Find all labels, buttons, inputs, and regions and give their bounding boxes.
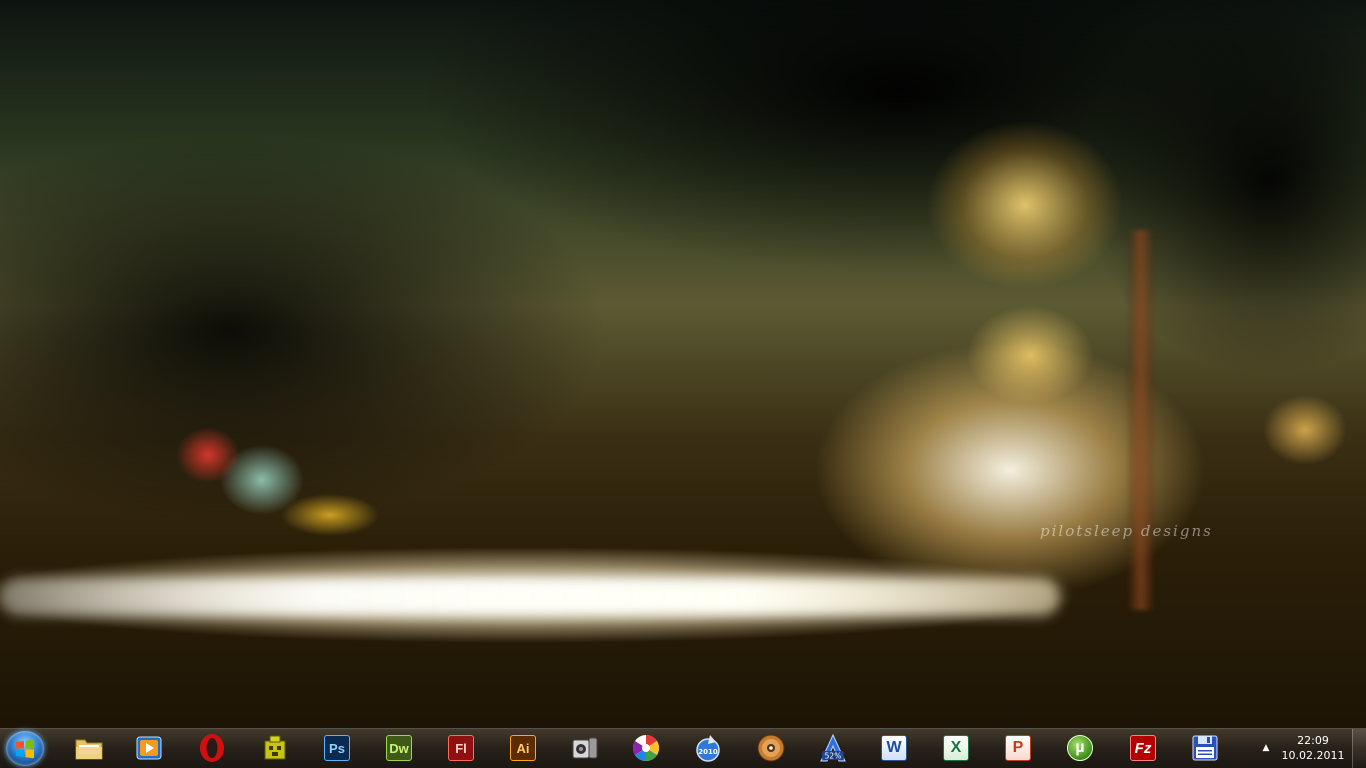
taskbar-flash[interactable]: Fl — [445, 732, 477, 764]
disc-2010-label: 2010 — [698, 748, 718, 756]
aimp-percent-label: 52% — [825, 752, 842, 761]
clock-time: 22:09 — [1297, 734, 1329, 747]
windows-logo-icon — [16, 739, 34, 758]
filezilla-icon: Fz — [1130, 735, 1156, 761]
powerpoint-icon: P — [1005, 735, 1031, 761]
taskbar-dvd[interactable] — [755, 732, 787, 764]
taskbar-opera[interactable] — [196, 732, 228, 764]
taskbar-illustrator[interactable]: Ai — [507, 732, 539, 764]
photoshop-icon: Ps — [324, 735, 350, 761]
taskbar-picasa[interactable] — [630, 732, 662, 764]
opera-icon — [200, 734, 224, 762]
taskbar-media-player[interactable] — [133, 732, 165, 764]
start-button[interactable] — [6, 731, 44, 766]
desktop-wallpaper: pilotsleep designs — [0, 0, 1366, 728]
taskbar-filezilla[interactable]: Fz — [1127, 732, 1159, 764]
wallpaper-light-streak — [0, 578, 1060, 616]
clock-date: 10.02.2011 — [1281, 749, 1345, 762]
utorrent-icon: µ — [1067, 735, 1093, 761]
letter-a-icon: 52% — [820, 733, 846, 762]
taskbar-utorrent[interactable]: µ — [1064, 732, 1096, 764]
taskbar-photoshop[interactable]: Ps — [321, 732, 353, 764]
taskbar-floppy[interactable] — [1189, 732, 1221, 764]
folder-icon — [75, 739, 103, 760]
wallpaper-watermark: pilotsleep designs — [1040, 522, 1213, 540]
taskbar-yellow-app[interactable] — [259, 732, 291, 764]
taskbar-aimp[interactable]: 52% — [817, 732, 849, 764]
speaker-icon — [572, 737, 598, 759]
picasa-icon — [632, 734, 660, 762]
excel-icon: X — [943, 735, 969, 761]
floppy-disk-icon — [1192, 735, 1218, 761]
dvd-icon — [757, 734, 785, 762]
taskbar-excel[interactable]: X — [940, 732, 972, 764]
yellow-app-icon — [264, 735, 286, 760]
word-icon: W — [881, 735, 907, 761]
taskbar-word[interactable]: W — [878, 732, 910, 764]
taskbar: Ps Dw Fl Ai 2010 52% W X P µ Fz ▲ 22:09 … — [0, 728, 1366, 768]
taskbar-explorer[interactable] — [73, 732, 105, 764]
disc-2010-icon: 2010 — [696, 735, 720, 762]
dreamweaver-icon: Dw — [386, 735, 412, 761]
taskbar-powerpoint[interactable]: P — [1002, 732, 1034, 764]
show-desktop-button[interactable] — [1352, 729, 1366, 768]
flash-icon: Fl — [448, 735, 474, 761]
taskbar-disc-2010[interactable]: 2010 — [692, 732, 724, 764]
show-hidden-icons-button[interactable]: ▲ — [1259, 741, 1273, 755]
media-player-icon — [136, 736, 162, 760]
wallpaper-pole — [1128, 230, 1154, 610]
taskbar-dreamweaver[interactable]: Dw — [383, 732, 415, 764]
triangle-up-icon: ▲ — [1262, 743, 1270, 753]
tray-clock[interactable]: 22:09 10.02.2011 — [1280, 733, 1346, 765]
illustrator-icon: Ai — [510, 735, 536, 761]
taskbar-speaker[interactable] — [569, 732, 601, 764]
